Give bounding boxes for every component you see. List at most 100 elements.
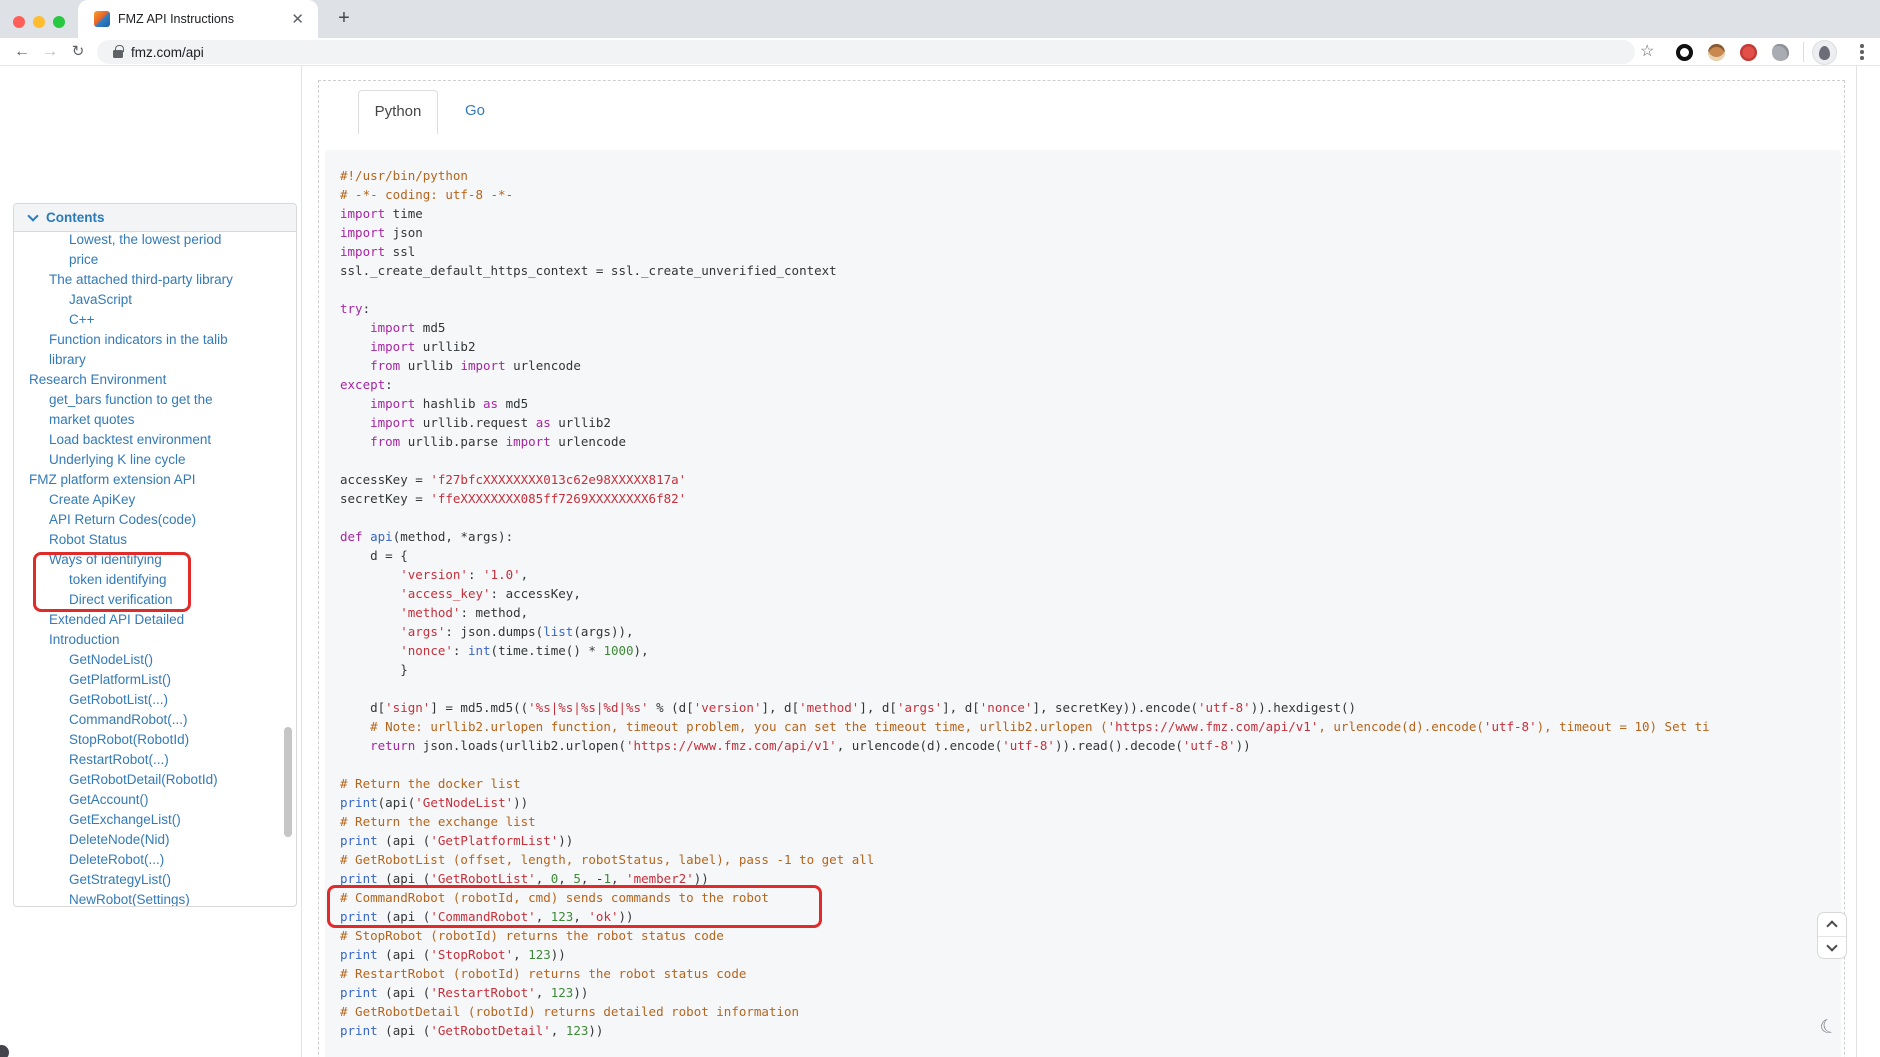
code-line: secretKey = 'ffeXXXXXXXX085ff7269XXXXXXX… bbox=[340, 491, 687, 506]
tab-python[interactable]: Python bbox=[358, 90, 438, 134]
profile-avatar[interactable] bbox=[1812, 40, 1837, 65]
browser-tab[interactable]: FMZ API Instructions ✕ bbox=[78, 0, 318, 38]
bookmark-star-icon[interactable]: ☆ bbox=[1640, 41, 1654, 61]
reload-icon[interactable]: ↻ bbox=[66, 40, 90, 64]
contents-header[interactable]: Contents bbox=[13, 203, 297, 232]
code-line: d = { bbox=[340, 548, 408, 563]
toc-item[interactable]: C++ bbox=[14, 310, 296, 330]
code-line: 'method': method, bbox=[400, 605, 529, 620]
toc-item[interactable]: FMZ platform extension API bbox=[14, 470, 296, 490]
tab-go[interactable]: Go bbox=[452, 90, 498, 134]
toc-item[interactable]: GetExchangeList() bbox=[14, 810, 296, 830]
code-line: # GetRobotList (offset, length, robotSta… bbox=[340, 852, 875, 867]
highlight-box-sidebar bbox=[33, 552, 191, 612]
toc-item[interactable]: GetAccount() bbox=[14, 790, 296, 810]
minimize-window-button[interactable] bbox=[33, 16, 45, 28]
code-line: # Note: urllib2.urlopen function, timeou… bbox=[370, 719, 1710, 734]
new-tab-button[interactable]: + bbox=[330, 4, 358, 32]
code-line: import md5 bbox=[370, 320, 446, 335]
toc-item[interactable]: GetStrategyList() bbox=[14, 870, 296, 890]
toc-item[interactable]: Research Environment bbox=[14, 370, 296, 390]
toc-item[interactable]: get_bars function to get the bbox=[14, 390, 296, 410]
tab-strip: FMZ API Instructions ✕ + bbox=[0, 0, 1880, 38]
code-line: accessKey = 'f27bfcXXXXXXXX013c62e98XXXX… bbox=[340, 472, 687, 487]
code-line: print (api ('GetPlatformList')) bbox=[340, 833, 574, 848]
forward-icon[interactable]: → bbox=[38, 40, 62, 64]
toc-item[interactable]: CommandRobot(...) bbox=[14, 710, 296, 730]
toc-item[interactable]: Load backtest environment bbox=[14, 430, 296, 450]
code-line: 'args': json.dumps(list(args)), bbox=[400, 624, 634, 639]
code-line: # Return the docker list bbox=[340, 776, 521, 791]
code-line: try: bbox=[340, 301, 371, 316]
code-line: from urllib import urlencode bbox=[370, 358, 581, 373]
toc-item[interactable]: Function indicators in the talib bbox=[14, 330, 296, 350]
toc-item[interactable]: StopRobot(RobotId) bbox=[14, 730, 296, 750]
code-line: return json.loads(urllib2.urlopen('https… bbox=[370, 738, 1251, 753]
toc-item[interactable]: library bbox=[14, 350, 296, 370]
code-line: # GetRobotDetail (robotId) returns detai… bbox=[340, 1004, 800, 1019]
code-line: def api(method, *args): bbox=[340, 529, 514, 544]
code-line: print (api ('GetRobotDetail', 123)) bbox=[340, 1023, 604, 1038]
toc-item[interactable]: Lowest, the lowest period bbox=[14, 232, 296, 250]
toc-item[interactable]: Introduction bbox=[14, 630, 296, 650]
code-line: import urllib2 bbox=[370, 339, 476, 354]
scroll-up-button[interactable] bbox=[1818, 913, 1846, 936]
toolbar-separator bbox=[1803, 42, 1804, 62]
maximize-window-button[interactable] bbox=[53, 16, 65, 28]
toc-item[interactable]: Underlying K line cycle bbox=[14, 450, 296, 470]
extension-bear-icon[interactable] bbox=[1708, 44, 1725, 61]
extension-red-button-icon[interactable] bbox=[1740, 44, 1757, 61]
toc-item[interactable]: NewRobot(Settings) bbox=[14, 890, 296, 906]
chevron-down-icon bbox=[27, 210, 39, 222]
code-line: 'access_key': accessKey, bbox=[400, 586, 581, 601]
toc-item[interactable]: price bbox=[14, 250, 296, 270]
toc-item[interactable]: GetRobotDetail(RobotId) bbox=[14, 770, 296, 790]
address-bar[interactable]: fmz.com/api bbox=[97, 40, 1635, 64]
toc-item[interactable]: RestartRobot(...) bbox=[14, 750, 296, 770]
tab-title: FMZ API Instructions bbox=[118, 12, 235, 26]
code-line: print (api ('RestartRobot', 123)) bbox=[340, 985, 589, 1000]
close-window-button[interactable] bbox=[13, 16, 25, 28]
code-line: 'version': '1.0', bbox=[400, 567, 529, 582]
code-line: # -*- coding: utf-8 -*- bbox=[340, 187, 514, 202]
toc-item[interactable]: API Return Codes(code) bbox=[14, 510, 296, 530]
toc-item[interactable]: DeleteRobot(...) bbox=[14, 850, 296, 870]
toc-item[interactable]: JavaScript bbox=[14, 290, 296, 310]
close-tab-icon[interactable]: ✕ bbox=[287, 10, 308, 28]
code-line: import ssl bbox=[340, 244, 416, 259]
code-line: print(api('GetNodeList')) bbox=[340, 795, 529, 810]
content-left-divider bbox=[301, 66, 302, 1057]
browser-menu-icon[interactable] bbox=[1852, 42, 1872, 62]
corner-clipped-icon bbox=[0, 1045, 9, 1057]
lock-icon[interactable] bbox=[113, 44, 124, 58]
code-line: from urllib.parse import urlencode bbox=[370, 434, 626, 449]
toc-item[interactable]: Robot Status bbox=[14, 530, 296, 550]
extension-ring-icon[interactable] bbox=[1676, 44, 1693, 61]
code-line: ssl._create_default_https_context = ssl.… bbox=[340, 263, 837, 278]
sidebar-scrollbar-thumb[interactable] bbox=[284, 727, 292, 837]
toc-item[interactable]: market quotes bbox=[14, 410, 296, 430]
toc-item[interactable]: GetPlatformList() bbox=[14, 670, 296, 690]
toc-item[interactable]: GetNodeList() bbox=[14, 650, 296, 670]
extension-cat-icon[interactable] bbox=[1772, 44, 1789, 61]
toc-item[interactable]: Create ApiKey bbox=[14, 490, 296, 510]
content-right-divider bbox=[1856, 66, 1857, 1057]
back-icon[interactable]: ← bbox=[10, 40, 34, 64]
toc-item[interactable]: GetRobotList(...) bbox=[14, 690, 296, 710]
toc-item[interactable]: DeleteNode(Nid) bbox=[14, 830, 296, 850]
code-line: 'nonce': int(time.time() * 1000), bbox=[400, 643, 649, 658]
code-line: except: bbox=[340, 377, 393, 392]
alien-icon bbox=[1819, 45, 1830, 60]
code-line: import time bbox=[340, 206, 423, 221]
code-line: d['sign'] = md5.md5(('%s|%s|%s|%d|%s' % … bbox=[340, 700, 1357, 715]
browser-toolbar: ← → ↻ fmz.com/api ☆ bbox=[0, 38, 1880, 66]
url-text: fmz.com/api bbox=[131, 45, 204, 60]
toc-item[interactable]: Extended API Detailed bbox=[14, 610, 296, 630]
toc-item[interactable]: The attached third-party library bbox=[14, 270, 296, 290]
scroll-down-button[interactable] bbox=[1818, 936, 1846, 958]
